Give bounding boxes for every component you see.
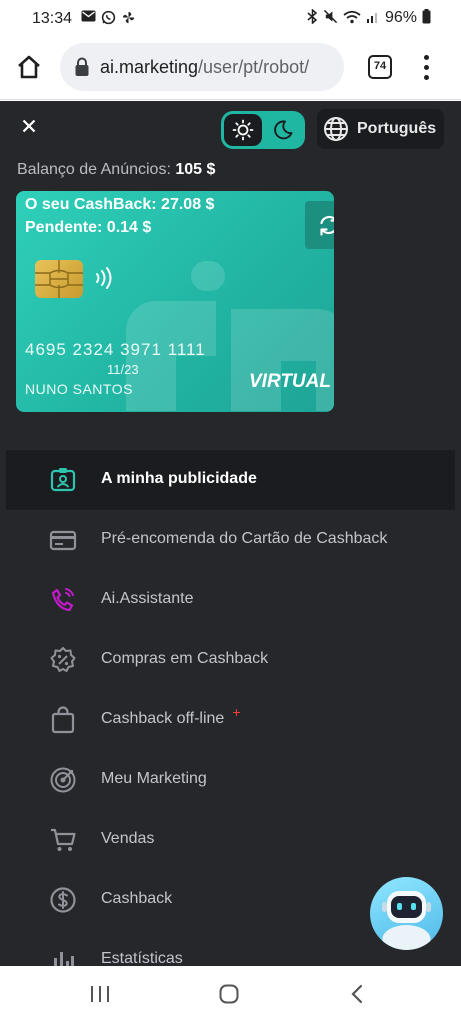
sidebar-item-my-advertising[interactable]: A minha publicidade — [6, 450, 455, 510]
lock-icon — [75, 57, 89, 76]
target-icon — [48, 765, 78, 795]
cashback-card: O seu CashBack: 27.08 $ Pendente: 0.14 $… — [16, 191, 334, 412]
bar-chart-icon — [48, 945, 78, 966]
recent-apps-button[interactable] — [88, 982, 112, 1006]
card-pending: Pendente: 0.14 $ — [25, 219, 152, 236]
home-circle-icon — [219, 984, 239, 1004]
moon-icon — [274, 120, 293, 140]
wifi-icon — [343, 10, 361, 27]
language-label: Português — [357, 120, 437, 137]
back-chevron-icon — [351, 984, 363, 1004]
ads-balance-value: 105 $ — [175, 161, 216, 178]
sidebar-item-cashback-purchases[interactable]: Compras em Cashback — [6, 630, 455, 690]
sidebar-item-label: Ai.Assistante — [101, 590, 194, 607]
sidebar-item-label: Cashback — [101, 890, 173, 907]
cart-icon — [48, 825, 78, 855]
robot-icon — [382, 891, 431, 950]
home-button[interactable] — [14, 52, 44, 82]
sidebar-item-card-preorder[interactable]: Pré-encomenda do Cartão de Cashback — [6, 510, 455, 570]
percent-badge-icon — [48, 645, 78, 675]
bluetooth-icon — [307, 8, 318, 27]
sidebar-item-ai-assistant[interactable]: Ai.Assistante — [6, 570, 455, 630]
home-nav-button[interactable] — [217, 982, 241, 1006]
phone-ring-icon — [48, 585, 78, 615]
sidebar-item-label: Pré-encomenda do Cartão de Cashback — [101, 530, 388, 547]
close-button[interactable] — [18, 115, 40, 137]
pinwheel-icon — [120, 10, 136, 26]
new-badge: + — [232, 704, 241, 720]
browser-menu-button[interactable] — [418, 52, 434, 82]
sidebar-item-label: Meu Marketing — [101, 770, 207, 787]
card-expiry: 11/23 — [107, 362, 139, 377]
gmail-icon — [80, 10, 96, 26]
theme-toggle[interactable] — [221, 111, 305, 149]
assistant-robot-button[interactable] — [370, 877, 443, 950]
card-number: 4695 2324 3971 1111 — [25, 340, 206, 359]
recents-icon — [91, 986, 109, 1002]
status-bar: 13:34 96% — [0, 0, 461, 38]
ads-balance: Balanço de Anúncios: 105 $ — [17, 161, 215, 179]
sidebar-item-label: A minha publicidade — [101, 470, 257, 487]
sidebar-item-label: Cashback off-line + — [101, 704, 241, 727]
tab-switcher-button[interactable]: 74 — [368, 55, 392, 79]
system-icons: 96% — [307, 8, 431, 27]
sidebar-item-sales[interactable]: Vendas — [6, 810, 455, 870]
status-time: 13:34 — [32, 10, 73, 27]
mute-icon — [323, 9, 338, 27]
refresh-icon — [320, 215, 334, 236]
shopping-bag-icon — [48, 705, 78, 735]
android-navigation-bar — [0, 966, 461, 1024]
sidebar-item-label: Estatísticas — [101, 950, 183, 966]
light-theme-option[interactable] — [224, 114, 262, 146]
home-icon — [18, 55, 40, 79]
card-type: VIRTUAL — [249, 371, 331, 392]
credit-card-icon — [48, 525, 78, 555]
whatsapp-icon — [100, 10, 116, 26]
dollar-circle-icon — [48, 885, 78, 915]
sidebar-item-my-marketing[interactable]: Meu Marketing — [6, 750, 455, 810]
sidebar-item-label: Vendas — [101, 830, 155, 847]
contactless-icon — [96, 267, 112, 289]
battery-icon — [422, 9, 431, 27]
refresh-button[interactable] — [305, 201, 334, 249]
signal-icon — [366, 10, 380, 27]
ads-balance-label: Balanço de Anúncios: — [17, 161, 171, 178]
browser-toolbar: ai.marketing/user/pt/robot/ 74 — [0, 38, 461, 100]
card-cashback: O seu CashBack: 27.08 $ — [25, 196, 215, 213]
url-bar[interactable]: ai.marketing/user/pt/robot/ — [60, 43, 344, 91]
notification-icons — [80, 10, 136, 26]
close-icon — [22, 119, 36, 133]
url-text: ai.marketing/user/pt/robot/ — [100, 56, 310, 77]
sidebar-item-offline-cashback[interactable]: Cashback off-line + — [6, 690, 455, 750]
sidebar-item-label: Compras em Cashback — [101, 650, 269, 667]
language-selector[interactable]: Português — [317, 109, 444, 149]
dark-theme-option[interactable] — [264, 114, 302, 146]
id-badge-icon — [48, 465, 78, 495]
battery-percent: 96% — [384, 9, 417, 26]
card-holder: NUNO SANTOS — [25, 381, 133, 397]
globe-icon — [324, 117, 348, 141]
card-chip — [35, 260, 83, 298]
sun-icon — [232, 119, 254, 141]
app-sidebar: Português Balanço de Anúncios: 105 $ O s… — [0, 101, 461, 966]
back-button[interactable] — [346, 982, 370, 1006]
